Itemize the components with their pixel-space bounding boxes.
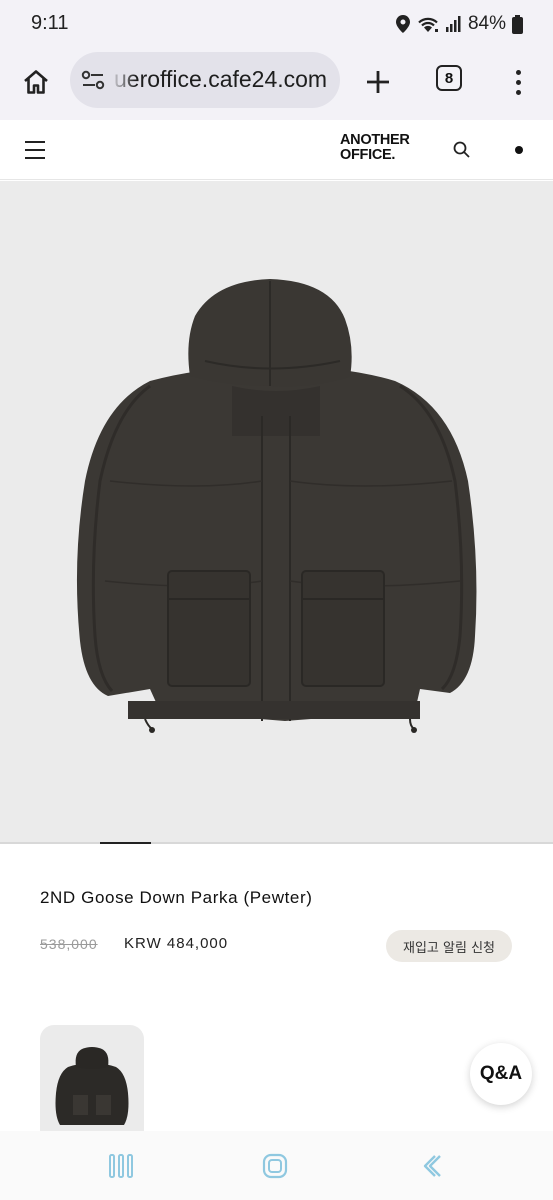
status-time: 9:11 <box>31 12 69 34</box>
logo-line-2: OFFICE. <box>340 147 396 163</box>
qa-button[interactable]: Q&A <box>470 1043 532 1105</box>
tab-switcher-button[interactable]: 8 <box>436 65 462 91</box>
status-icons: 84% <box>395 12 523 36</box>
dot-icon[interactable] <box>515 146 523 154</box>
parka-image <box>76 279 477 733</box>
sale-price: KRW 484,000 <box>124 935 229 952</box>
status-bar: 9:11 84% <box>0 0 553 48</box>
browser-toolbar: ueroffice.cafe24.com 8 <box>0 48 553 120</box>
logo-line-1: ANOTHER <box>340 132 410 148</box>
url-fade <box>110 52 136 108</box>
recent-apps-icon[interactable] <box>108 1153 134 1179</box>
more-icon[interactable] <box>500 60 536 104</box>
new-tab-button[interactable] <box>356 60 400 104</box>
product-image[interactable] <box>0 181 553 843</box>
original-price: 538,000 <box>40 936 98 952</box>
site-logo[interactable]: ANOTHER OFFICE. <box>340 133 410 163</box>
battery-percent: 84% <box>467 13 506 34</box>
product-thumbnail[interactable] <box>40 1025 144 1135</box>
browser-home-button[interactable] <box>14 60 58 104</box>
new-tab-icon <box>367 71 389 93</box>
image-slider-track <box>0 842 553 844</box>
battery-icon <box>512 14 523 34</box>
wifi-icon <box>418 17 438 32</box>
home-icon <box>24 70 48 94</box>
home-icon[interactable] <box>262 1153 288 1179</box>
back-icon[interactable] <box>418 1153 444 1179</box>
url-text[interactable]: ueroffice.cafe24.com <box>114 66 327 93</box>
hamburger-menu-icon[interactable] <box>25 140 45 160</box>
product-title: 2ND Goose Down Parka (Pewter) <box>40 888 313 907</box>
location-icon <box>395 15 410 33</box>
image-slider-indicator[interactable] <box>100 842 151 844</box>
search-icon[interactable] <box>452 140 472 160</box>
address-bar[interactable]: ueroffice.cafe24.com <box>70 52 340 108</box>
signal-icon <box>445 16 461 32</box>
system-navigation-bar <box>0 1131 553 1200</box>
site-header: ANOTHER OFFICE. <box>0 120 553 180</box>
restock-alert-button[interactable]: 재입고 알림 신청 <box>386 930 512 962</box>
site-settings-icon[interactable] <box>80 68 106 92</box>
thumbnail-parka-image <box>55 1047 129 1125</box>
